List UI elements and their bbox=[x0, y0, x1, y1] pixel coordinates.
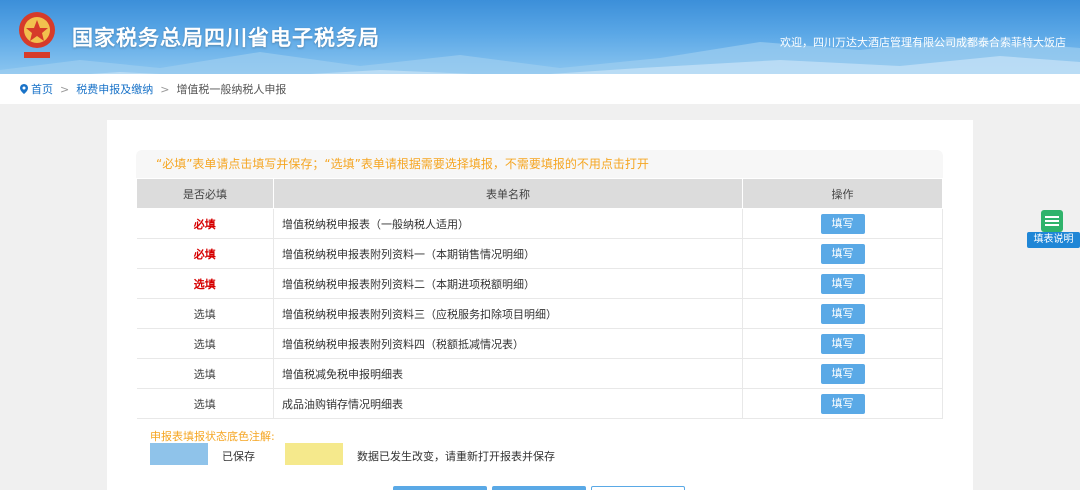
breadcrumb-separator: > bbox=[60, 82, 70, 96]
breadcrumb-home-label: 首页 bbox=[31, 83, 53, 96]
action-cell: 填写 bbox=[742, 208, 943, 239]
document-icon bbox=[1041, 210, 1063, 232]
breadcrumb: 首页 > 税费申报及缴纳 > 增值税一般纳税人申报 bbox=[0, 74, 1080, 104]
header-required: 是否必填 bbox=[136, 178, 274, 209]
bottom-button-1[interactable] bbox=[393, 486, 487, 490]
form-help-button[interactable]: 填表说明 bbox=[1027, 208, 1080, 248]
welcome-text: 欢迎，四川万达大酒店管理有限公司成都泰合索菲特大饭店 bbox=[780, 36, 1066, 49]
fill-button[interactable]: 填写 bbox=[820, 393, 865, 414]
site-title: 国家税务总局四川省电子税务局 bbox=[72, 26, 380, 50]
form-name: 增值税纳税申报表附列资料一（本期销售情况明细） bbox=[273, 238, 743, 269]
bottom-button-3[interactable] bbox=[591, 486, 685, 490]
location-pin-icon bbox=[20, 84, 28, 94]
table-row: 必填 增值税纳税申报表附列资料一（本期销售情况明细） 填写 bbox=[136, 238, 943, 269]
required-flag: 选填 bbox=[136, 358, 274, 389]
form-name: 增值税纳税申报表（一般纳税人适用） bbox=[273, 208, 743, 239]
form-name: 增值税纳税申报表附列资料三（应税服务扣除项目明细） bbox=[273, 298, 743, 329]
breadcrumb-home[interactable]: 首页 bbox=[20, 81, 53, 97]
header-action: 操作 bbox=[742, 178, 943, 209]
action-cell: 填写 bbox=[742, 388, 943, 419]
required-flag: 选填 bbox=[136, 298, 274, 329]
action-cell: 填写 bbox=[742, 358, 943, 389]
action-cell: 填写 bbox=[742, 268, 943, 299]
form-name: 增值税纳税申报表附列资料四（税额抵减情况表） bbox=[273, 328, 743, 359]
fill-button[interactable]: 填写 bbox=[820, 213, 865, 234]
form-name: 增值税纳税申报表附列资料二（本期进项税额明细） bbox=[273, 268, 743, 299]
required-flag: 选填 bbox=[136, 268, 274, 299]
fill-button[interactable]: 填写 bbox=[820, 243, 865, 264]
table-row: 选填 成品油购销存情况明细表 填写 bbox=[136, 388, 943, 419]
bottom-button-2[interactable] bbox=[492, 486, 586, 490]
table-row: 选填 增值税纳税申报表附列资料三（应税服务扣除项目明细） 填写 bbox=[136, 298, 943, 329]
fill-button[interactable]: 填写 bbox=[820, 273, 865, 294]
breadcrumb-level1[interactable]: 税费申报及缴纳 bbox=[76, 81, 153, 97]
table-row: 必填 增值税纳税申报表（一般纳税人适用） 填写 bbox=[136, 208, 943, 239]
breadcrumb-current: 增值税一般纳税人申报 bbox=[176, 83, 287, 96]
fill-button[interactable]: 填写 bbox=[820, 303, 865, 324]
header-banner: 国家税务总局四川省电子税务局 欢迎，四川万达大酒店管理有限公司成都泰合索菲特大饭… bbox=[0, 0, 1080, 74]
form-help-label: 填表说明 bbox=[1027, 232, 1080, 248]
required-flag: 选填 bbox=[136, 328, 274, 359]
tax-bureau-emblem-icon bbox=[19, 12, 55, 58]
header-form-name: 表单名称 bbox=[273, 178, 743, 209]
notice-text: “必填”表单请点击填写并保存；“选填”表单请根据需要选择填报，不需要填报的不用点… bbox=[136, 150, 943, 178]
form-name: 成品油购销存情况明细表 bbox=[273, 388, 743, 419]
table-body: 必填 增值税纳税申报表（一般纳税人适用） 填写 必填 增值税纳税申报表附列资料一（本期销… bbox=[136, 208, 943, 419]
action-cell: 填写 bbox=[742, 328, 943, 359]
legend-changed-label: 数据已发生改变，请重新打开报表并保存 bbox=[357, 450, 555, 463]
legend-saved-label: 已保存 bbox=[222, 450, 255, 463]
table-row: 选填 增值税纳税申报表附列资料二（本期进项税额明细） 填写 bbox=[136, 268, 943, 299]
breadcrumb-separator: > bbox=[160, 82, 170, 96]
action-cell: 填写 bbox=[742, 298, 943, 329]
form-name: 增值税减免税申报明细表 bbox=[273, 358, 743, 389]
required-flag: 必填 bbox=[136, 238, 274, 269]
required-flag: 选填 bbox=[136, 388, 274, 419]
table-row: 选填 增值税纳税申报表附列资料四（税额抵减情况表） 填写 bbox=[136, 328, 943, 359]
required-flag: 必填 bbox=[136, 208, 274, 239]
fill-button[interactable]: 填写 bbox=[820, 333, 865, 354]
changed-color-swatch bbox=[285, 443, 343, 465]
forms-table: 是否必填 表单名称 操作 必填 增值税纳税申报表（一般纳税人适用） 填写 必填 增值税纳… bbox=[136, 178, 943, 419]
action-cell: 填写 bbox=[742, 238, 943, 269]
table-header-row: 是否必填 表单名称 操作 bbox=[136, 178, 943, 209]
fill-button[interactable]: 填写 bbox=[820, 363, 865, 384]
legend-title: 申报表填报状态底色注解: bbox=[150, 430, 275, 443]
table-row: 选填 增值税减免税申报明细表 填写 bbox=[136, 358, 943, 389]
saved-color-swatch bbox=[150, 443, 208, 465]
